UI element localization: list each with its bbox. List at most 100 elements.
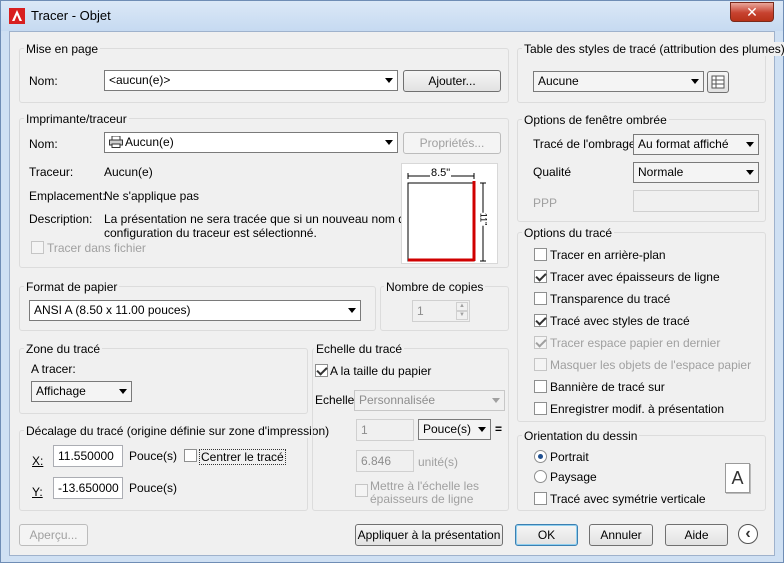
plot-option-label: Masquer les objets de l'espace papier: [550, 358, 752, 372]
plot-option-label: Bannière de tracé sur: [550, 380, 665, 394]
offset-y-input[interactable]: -13.650000: [53, 477, 123, 499]
plot-what-combo[interactable]: Affichage: [31, 381, 132, 402]
center-plot-checkbox[interactable]: [184, 449, 197, 462]
quality-combo[interactable]: Normale: [633, 162, 759, 183]
portrait-label: Portrait: [550, 450, 589, 464]
printer-name-label: Nom:: [29, 137, 58, 151]
chevron-left-icon: ‹: [745, 525, 751, 542]
orientation-page-icon: A: [725, 463, 750, 493]
chevron-down-icon: [746, 142, 754, 147]
chevron-down-icon: [478, 427, 486, 432]
plot-what-label: A tracer:: [31, 362, 76, 376]
scale-lineweights-checkbox[interactable]: [355, 484, 368, 497]
plot-option-checkbox[interactable]: [534, 402, 547, 415]
upside-down-checkbox[interactable]: [534, 492, 547, 505]
paper-size-value: ANSI A (8.50 x 11.00 pouces): [34, 303, 191, 317]
plot-option-checkbox[interactable]: [534, 270, 547, 283]
offset-x-input[interactable]: 11.550000: [53, 445, 123, 467]
scale-unit-combo[interactable]: Pouce(s): [418, 419, 491, 440]
center-plot-label: Centrer le tracé: [199, 449, 286, 465]
chevron-down-icon: [746, 170, 754, 175]
scale-value2: 6.846: [361, 454, 392, 468]
edit-table-icon: [711, 75, 725, 89]
plot-what-value: Affichage: [36, 384, 86, 398]
plotter-value: Aucun(e): [104, 165, 153, 179]
plot-to-file-label: Tracer dans fichier: [47, 241, 146, 255]
plot-option-checkbox[interactable]: [534, 358, 547, 371]
plot-option-label: Transparence du tracé: [550, 292, 671, 306]
copies-title: Nombre de copies: [384, 280, 486, 294]
plot-style-table-combo[interactable]: Aucune: [533, 71, 704, 92]
landscape-radio[interactable]: [534, 470, 547, 483]
landscape-label: Paysage: [550, 470, 597, 484]
location-label: Emplacement:: [29, 189, 106, 203]
shaded-viewport-title: Options de fenêtre ombrée: [522, 113, 669, 127]
scale-lineweights-label-2: épaisseurs de ligne: [370, 492, 474, 506]
dpi-input[interactable]: [633, 190, 759, 212]
plot-to-file-checkbox[interactable]: [31, 241, 44, 254]
window-title: Tracer - Objet: [31, 8, 111, 23]
ok-button[interactable]: OK: [515, 524, 578, 546]
dialog-client-area: Mise en page Nom: <aucun(e)> Ajouter... …: [9, 31, 784, 556]
dpi-label: PPP: [533, 196, 558, 210]
plot-option-checkbox[interactable]: [534, 292, 547, 305]
collapse-options-button[interactable]: ‹: [738, 524, 758, 544]
printer-properties-button[interactable]: Propriétés...: [403, 132, 501, 154]
printer-name-combo[interactable]: Aucun(e): [104, 132, 398, 153]
scale-value1-input[interactable]: 1: [356, 419, 414, 441]
plot-option-checkbox[interactable]: [534, 380, 547, 393]
scale-label: Echelle:: [315, 393, 358, 407]
offset-x-value: 11.550000: [58, 449, 114, 463]
title-bar[interactable]: Tracer - Objet ✕: [1, 1, 783, 31]
scale-unit-value: Pouce(s): [423, 422, 472, 436]
printer-name-value: Aucun(e): [125, 135, 174, 149]
paper-preview: 8.5" 11": [401, 163, 498, 264]
location-value: Ne s'applique pas: [104, 189, 200, 203]
plot-option-label: Tracer en arrière-plan: [550, 248, 666, 262]
edit-plot-style-button[interactable]: [707, 71, 729, 93]
description-line-1: La présentation ne sera tracée que si un…: [104, 212, 412, 226]
plotter-label: Traceur:: [29, 165, 74, 179]
add-page-setup-button[interactable]: Ajouter...: [403, 70, 501, 92]
printer-icon: [109, 136, 123, 148]
chevron-down-icon: [492, 398, 500, 403]
paper-size-combo[interactable]: ANSI A (8.50 x 11.00 pouces): [29, 300, 361, 321]
close-button[interactable]: ✕: [730, 2, 774, 22]
scale-unit2-label: unité(s): [418, 455, 459, 469]
description-label: Description:: [29, 212, 93, 226]
fit-to-paper-label: A la taille du papier: [330, 364, 432, 378]
preview-width-label: 8.5": [430, 167, 452, 179]
page-setup-name-combo[interactable]: <aucun(e)>: [104, 70, 398, 91]
spin-down-icon[interactable]: ▼: [456, 311, 468, 320]
printer-group-title: Imprimante/traceur: [24, 112, 129, 126]
shade-plot-combo[interactable]: Au format affiché: [633, 134, 759, 155]
quality-label: Qualité: [533, 165, 572, 179]
page-setup-name-label: Nom:: [29, 74, 58, 88]
offset-x-unit: Pouce(s): [129, 449, 178, 463]
plot-option-checkbox[interactable]: [534, 314, 547, 327]
equals-sign: =: [495, 422, 503, 436]
plot-offset-title: Décalage du tracé (origine définie sur z…: [24, 424, 332, 438]
shade-plot-label: Tracé de l'ombrage: [533, 137, 636, 151]
apply-to-layout-button[interactable]: Appliquer à la présentation: [355, 524, 503, 546]
scale-value2-input[interactable]: 6.846: [356, 450, 414, 472]
preview-button[interactable]: Aperçu...: [19, 524, 88, 546]
portrait-radio[interactable]: [534, 450, 547, 463]
plot-option-checkbox[interactable]: [534, 336, 547, 349]
plot-option-label: Tracer espace papier en dernier: [550, 336, 721, 350]
orientation-title: Orientation du dessin: [522, 429, 640, 443]
quality-value: Normale: [638, 165, 684, 179]
offset-y-unit: Pouce(s): [129, 481, 178, 495]
plot-scale-title: Echelle du tracé: [314, 342, 405, 356]
copies-spinner[interactable]: 1 ▲ ▼: [412, 300, 470, 322]
spin-up-icon[interactable]: ▲: [456, 302, 468, 311]
help-button[interactable]: Aide: [665, 524, 728, 546]
fit-to-paper-checkbox[interactable]: [315, 364, 328, 377]
plot-area-title: Zone du tracé: [24, 342, 103, 356]
scale-lineweights-label-1: Mettre à l'échelle les: [370, 479, 480, 493]
scale-combo[interactable]: Personnalisée: [354, 390, 505, 411]
plot-option-label: Enregistrer modif. à présentation: [550, 402, 725, 416]
cancel-button[interactable]: Annuler: [589, 524, 653, 546]
paper-size-title: Format de papier: [24, 280, 120, 294]
plot-option-checkbox[interactable]: [534, 248, 547, 261]
